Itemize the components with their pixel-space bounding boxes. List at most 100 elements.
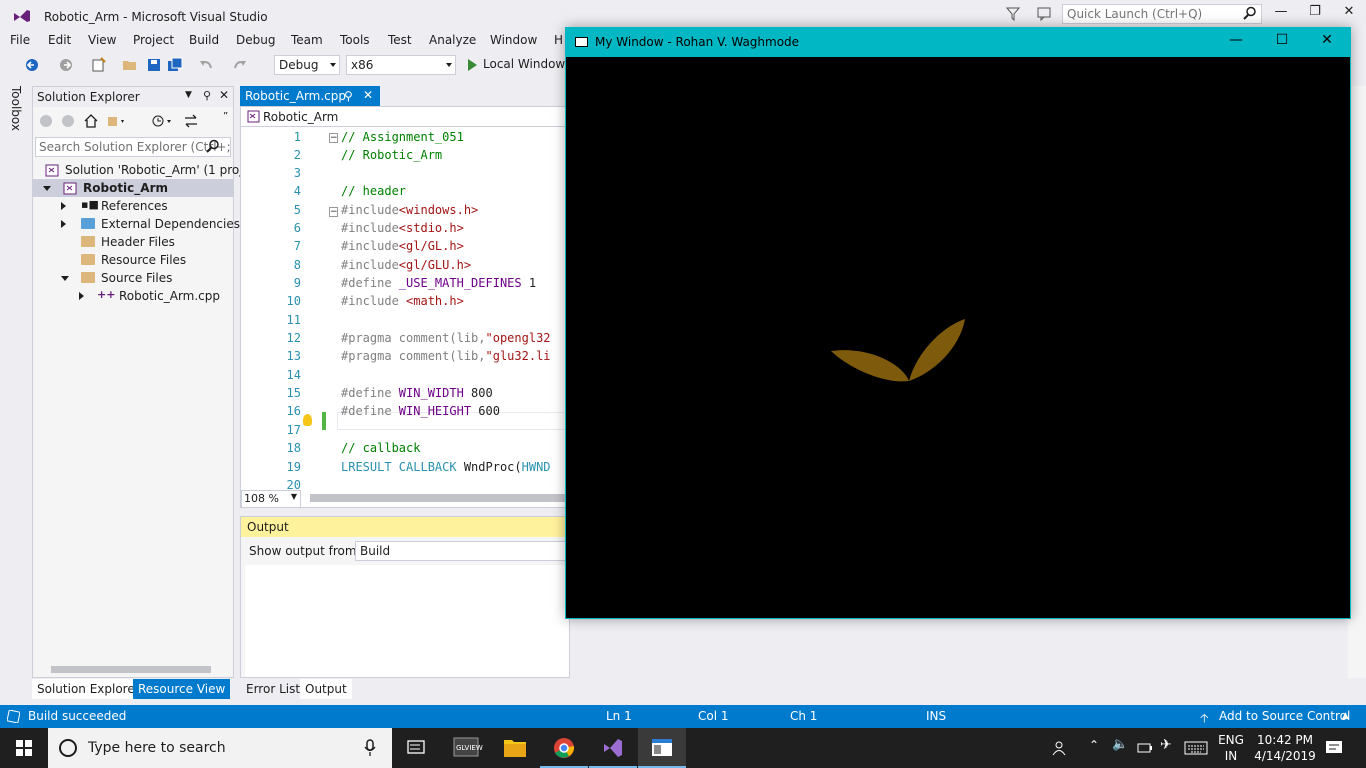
opengl-window[interactable]: My Window - Rohan V. Waghmode — ☐ ✕ — [565, 27, 1351, 619]
back-icon[interactable] — [39, 114, 53, 128]
quick-launch-input[interactable] — [1063, 5, 1233, 23]
gl-minimize-button[interactable]: — — [1216, 32, 1256, 54]
file-explorer-icon[interactable] — [491, 728, 539, 768]
menu-window[interactable]: Window — [490, 33, 537, 47]
expand-arrow-icon[interactable] — [79, 292, 84, 300]
document-tab[interactable]: Robotic_Arm.cpp ⚲ ✕ — [240, 86, 380, 106]
windows-start-icon[interactable] — [0, 728, 48, 768]
editor-horizontal-scrollbar[interactable] — [310, 494, 568, 502]
horizontal-scrollbar[interactable] — [37, 663, 231, 675]
input-language-indicator[interactable]: ENG IN — [1218, 732, 1244, 764]
platform-select[interactable]: x86 — [346, 55, 456, 75]
overflow-icon[interactable]: ” — [223, 111, 228, 122]
menu-edit[interactable]: Edit — [48, 33, 71, 47]
chrome-icon[interactable] — [540, 728, 588, 768]
menu-build[interactable]: Build — [189, 33, 219, 47]
gl-maximize-button[interactable]: ☐ — [1262, 32, 1302, 54]
glview-app-icon[interactable]: GLVIEW — [442, 728, 490, 768]
code-area[interactable]: − − 1 // Assignment_051 2 // Robotic_Arm… — [241, 128, 571, 490]
sync-icon[interactable] — [183, 113, 199, 129]
expand-arrow-icon[interactable] — [61, 220, 66, 228]
save-icon[interactable] — [146, 57, 162, 73]
tab-output[interactable]: Output — [300, 679, 352, 699]
home-icon[interactable] — [83, 113, 99, 129]
menu-tools[interactable]: Tools — [340, 33, 370, 47]
menu-view[interactable]: View — [88, 33, 116, 47]
expand-arrow-icon[interactable] — [61, 202, 66, 210]
close-button[interactable]: ✕ — [1334, 4, 1364, 24]
tree-item-source-files[interactable]: Source Files — [33, 269, 233, 287]
panel-menu-icon[interactable]: ▼ — [185, 90, 192, 100]
zoom-select[interactable]: 108 % ▼ — [241, 490, 301, 508]
tree-item-solution[interactable]: Solution 'Robotic_Arm' (1 project — [33, 161, 261, 179]
output-source-select[interactable]: Build — [355, 541, 571, 561]
keyboard-icon[interactable] — [1184, 740, 1208, 756]
search-icon[interactable] — [206, 139, 220, 153]
tree-item-external-dependencies[interactable]: External Dependencies — [33, 215, 240, 233]
visual-studio-taskbar-icon[interactable] — [589, 728, 637, 768]
volume-icon[interactable]: 🔈 — [1112, 737, 1128, 752]
pending-changes-filter-icon[interactable] — [151, 113, 175, 129]
save-all-icon[interactable] — [167, 57, 183, 73]
taskbar-search-box[interactable]: Type here to search — [48, 728, 392, 768]
my-window-app-icon[interactable] — [638, 728, 686, 768]
chevron-up-icon[interactable]: ⌃ — [1089, 738, 1099, 752]
add-to-source-control-button[interactable]: Add to Source Control — [1219, 709, 1350, 723]
pin-icon[interactable]: ⚲ — [344, 89, 353, 103]
configuration-select[interactable]: Debug — [274, 55, 340, 75]
toolbox-tab[interactable]: Toolbox — [9, 86, 23, 131]
tab-error-list[interactable]: Error List — [241, 679, 306, 699]
menu-test[interactable]: Test — [388, 33, 412, 47]
battery-icon[interactable] — [1137, 740, 1153, 756]
close-tab-icon[interactable]: ✕ — [363, 88, 373, 102]
menu-analyze[interactable]: Analyze — [429, 33, 476, 47]
opengl-window-titlebar[interactable]: My Window - Rohan V. Waghmode — ☐ ✕ — [566, 28, 1350, 57]
gl-close-button[interactable]: ✕ — [1307, 32, 1347, 54]
menu-help[interactable]: H — [554, 33, 563, 47]
people-icon[interactable] — [1052, 740, 1070, 756]
menu-debug[interactable]: Debug — [236, 33, 275, 47]
menu-file[interactable]: File — [10, 33, 30, 47]
microphone-icon[interactable] — [364, 739, 376, 757]
back-icon[interactable] — [24, 57, 40, 73]
tree-item-resource-files[interactable]: Resource Files — [33, 251, 233, 269]
airplane-mode-icon[interactable]: ✈ — [1160, 737, 1172, 753]
redo-icon[interactable] — [232, 57, 248, 73]
new-project-icon[interactable] — [90, 57, 106, 73]
tree-item-references[interactable]: ▪■ References — [33, 197, 233, 215]
undo-icon[interactable] — [198, 57, 214, 73]
menu-project[interactable]: Project — [133, 33, 174, 47]
output-text-area[interactable] — [245, 565, 569, 677]
tab-solution-explorer[interactable]: Solution Explorer — [32, 679, 145, 699]
collapse-arrow-icon[interactable] — [43, 186, 51, 191]
restore-button[interactable]: ❐ — [1300, 4, 1330, 24]
code-editor[interactable]: Robotic_Arm − − 1 // Assignment_051 2 //… — [240, 106, 571, 508]
lightbulb-icon[interactable] — [303, 414, 312, 426]
scroll-thumb[interactable] — [51, 666, 211, 673]
collapse-region-icon[interactable]: − — [329, 207, 338, 217]
project-scope-dropdown[interactable]: Robotic_Arm — [263, 110, 338, 124]
pin-icon[interactable]: ⚲ — [203, 89, 211, 102]
opengl-render-area[interactable] — [566, 57, 1350, 618]
run-target-label[interactable]: Local Windows — [483, 57, 571, 71]
tree-item-header-files[interactable]: Header Files — [33, 233, 233, 251]
menu-team[interactable]: Team — [291, 33, 323, 47]
start-debugging-icon[interactable] — [464, 57, 480, 73]
collapse-arrow-icon[interactable] — [61, 276, 69, 281]
tree-item-project[interactable]: Robotic_Arm — [33, 179, 233, 197]
notifications-icon[interactable] — [1325, 740, 1343, 756]
system-clock[interactable]: 10:42 PM 4/14/2019 — [1254, 732, 1316, 764]
feedback-icon[interactable] — [1036, 6, 1052, 22]
minimize-button[interactable]: — — [1266, 4, 1296, 24]
panel-close-icon[interactable]: ✕ — [219, 88, 229, 102]
chevron-up-icon[interactable]: ▲ — [1342, 711, 1349, 721]
solution-search-input[interactable]: Search Solution Explorer (Ctrl+; — [35, 137, 231, 157]
tab-resource-view[interactable]: Resource View — [133, 679, 231, 699]
open-file-icon[interactable] — [122, 57, 138, 73]
task-view-icon[interactable] — [392, 728, 440, 768]
quick-launch-box[interactable] — [1062, 4, 1262, 24]
forward-icon[interactable] — [58, 57, 74, 73]
forward-icon[interactable] — [61, 114, 75, 128]
collapse-region-icon[interactable]: − — [329, 133, 338, 143]
filter-icon[interactable] — [1006, 6, 1020, 22]
